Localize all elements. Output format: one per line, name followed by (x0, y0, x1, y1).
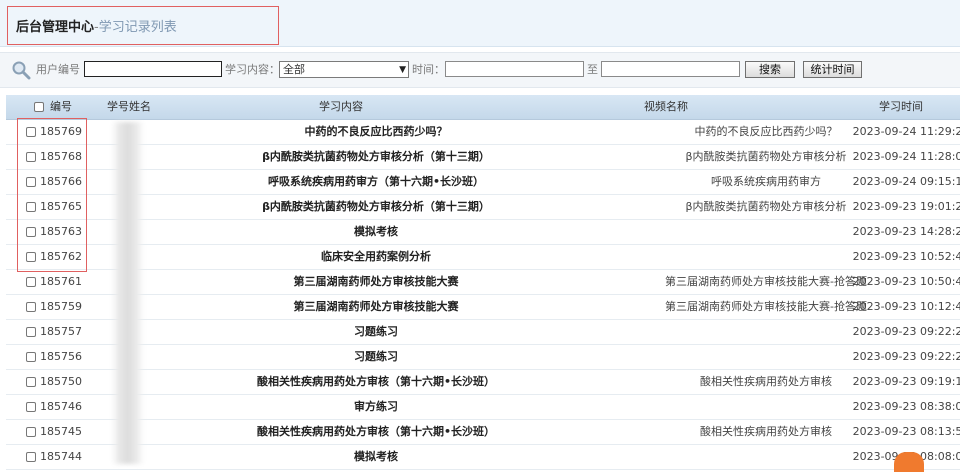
table-row: 185746 审方练习 2023-09-23 08:38:03 (6, 395, 960, 420)
table-row: 185762 临床安全用药案例分析 2023-09-23 10:52:43 (6, 245, 960, 270)
row-content: 习题练习 (354, 350, 398, 363)
row-id: 185768 (40, 150, 82, 163)
row-id: 185763 (40, 225, 82, 238)
row-id: 185759 (40, 300, 82, 313)
page-title: 后台管理中心-学习记录列表 (16, 20, 177, 36)
row-time: 2023-09-23 10:50:46 (852, 275, 960, 288)
search-bar: 用户编号 学习内容： 全部 ▼ 时间： 至 搜索 统计时间 (0, 52, 960, 88)
content-select[interactable]: 全部 ▼ (279, 61, 409, 78)
row-content: 审方练习 (354, 400, 398, 413)
row-content: 模拟考核 (354, 450, 398, 463)
row-checkbox[interactable] (26, 402, 36, 412)
row-time: 2023-09-23 09:19:11 (852, 375, 960, 388)
row-id: 185761 (40, 275, 82, 288)
header-content: 学习内容 (319, 100, 363, 113)
stats-time-button[interactable]: 统计时间 (803, 61, 862, 78)
time-to-input[interactable] (601, 61, 740, 77)
select-all-checkbox[interactable] (34, 102, 44, 112)
page-title-sub: 学习记录列表 (98, 20, 177, 35)
row-id: 185756 (40, 350, 82, 363)
row-time: 2023-09-23 10:52:43 (852, 250, 960, 263)
row-time: 2023-09-23 14:28:24 (852, 225, 960, 238)
header-name: 学号姓名 (107, 100, 151, 113)
row-time: 2023-09-23 08:38:03 (852, 400, 960, 413)
row-content: 习题练习 (354, 325, 398, 338)
row-checkbox[interactable] (26, 427, 36, 437)
row-content: 酸相关性疾病用药处方审核（第十六期•长沙班） (256, 375, 496, 388)
search-button[interactable]: 搜索 (745, 61, 795, 78)
row-id: 185745 (40, 425, 82, 438)
content-select-value: 全部 (283, 63, 305, 76)
header-id: 编号 (50, 100, 72, 113)
table-row: 185756 习题练习 2023-09-23 09:22:22 (6, 345, 960, 370)
row-checkbox[interactable] (26, 127, 36, 137)
row-id: 185744 (40, 450, 82, 463)
row-id: 185765 (40, 200, 82, 213)
row-id: 185746 (40, 400, 82, 413)
row-time: 2023-09-23 10:12:48 (852, 300, 960, 313)
table-row: 185761 第三届湖南药师处方审核技能大赛 第三届湖南药师处方审核技能大赛-抢… (6, 270, 960, 295)
table-row: 185750 酸相关性疾病用药处方审核（第十六期•长沙班） 酸相关性疾病用药处方… (6, 370, 960, 395)
table-row: 185769 中药的不良反应比西药少吗？ 中药的不良反应比西药少吗？ 2023-… (6, 120, 960, 145)
row-time: 2023-09-24 09:15:19 (852, 175, 960, 188)
row-content: 中药的不良反应比西药少吗？ (304, 125, 448, 138)
row-checkbox[interactable] (26, 352, 36, 362)
row-checkbox[interactable] (26, 252, 36, 262)
row-checkbox[interactable] (26, 202, 36, 212)
row-content: 呼吸系统疾病用药审方（第十六期•长沙班） (267, 175, 485, 188)
row-time: 2023-09-24 11:29:21 (852, 125, 960, 138)
row-checkbox[interactable] (26, 452, 36, 462)
row-id: 185757 (40, 325, 82, 338)
time-label: 时间： (412, 63, 445, 76)
row-content: β内酰胺类抗菌药物处方审核分析（第十三期） (262, 150, 490, 163)
row-checkbox[interactable] (26, 277, 36, 287)
row-content: 第三届湖南药师处方审核技能大赛 (293, 275, 459, 288)
row-checkbox[interactable] (26, 377, 36, 387)
table-row: 185757 习题练习 2023-09-23 09:22:23 (6, 320, 960, 345)
time-from-input[interactable] (445, 61, 584, 77)
page-title-main: 后台管理中心 (16, 20, 95, 35)
row-content: 模拟考核 (354, 225, 398, 238)
table-row: 185759 第三届湖南药师处方审核技能大赛 第三届湖南药师处方审核技能大赛-抢… (6, 295, 960, 320)
user-id-input[interactable] (84, 61, 222, 77)
header-video: 视频名称 (644, 100, 688, 113)
search-icon (12, 61, 31, 80)
row-id: 185766 (40, 175, 82, 188)
table-row: 185768 β内酰胺类抗菌药物处方审核分析（第十三期） β内酰胺类抗菌药物处方… (6, 145, 960, 170)
row-content: 酸相关性疾病用药处方审核（第十六期•长沙班） (256, 425, 496, 438)
row-content: β内酰胺类抗菌药物处方审核分析（第十三期） (262, 200, 490, 213)
table-header: 编号 学号姓名 学习内容 视频名称 学习时间 (6, 95, 960, 120)
row-content: 第三届湖南药师处方审核技能大赛 (293, 300, 459, 313)
table-row: 185763 模拟考核 2023-09-23 14:28:24 (6, 220, 960, 245)
chevron-down-icon: ▼ (399, 65, 406, 75)
row-id: 185769 (40, 125, 82, 138)
row-id: 185750 (40, 375, 82, 388)
row-checkbox[interactable] (26, 152, 36, 162)
row-time: 2023-09-23 09:22:22 (852, 350, 960, 363)
to-label: 至 (587, 63, 598, 76)
row-checkbox[interactable] (26, 177, 36, 187)
header-time: 学习时间 (879, 100, 923, 113)
row-time: 2023-09-23 08:13:59 (852, 425, 960, 438)
row-checkbox[interactable] (26, 327, 36, 337)
row-checkbox[interactable] (26, 227, 36, 237)
row-time: 2023-09-23 19:01:22 (852, 200, 960, 213)
page-header: 后台管理中心-学习记录列表 (0, 0, 960, 47)
row-time: 2023-09-24 11:28:07 (852, 150, 960, 163)
row-id: 185762 (40, 250, 82, 263)
row-time: 2023-09-23 09:22:23 (852, 325, 960, 338)
user-id-label: 用户编号 (36, 63, 80, 76)
table-row: 185765 β内酰胺类抗菌药物处方审核分析（第十三期） β内酰胺类抗菌药物处方… (6, 195, 960, 220)
row-checkbox[interactable] (26, 302, 36, 312)
row-content: 临床安全用药案例分析 (321, 250, 431, 263)
floating-badge[interactable] (894, 452, 924, 472)
redacted-names-column (112, 122, 144, 464)
table-row: 185744 模拟考核 2023-09-23 08:08:07 (6, 445, 960, 470)
table-row: 185766 呼吸系统疾病用药审方（第十六期•长沙班） 呼吸系统疾病用药审方 2… (6, 170, 960, 195)
table-row: 185745 酸相关性疾病用药处方审核（第十六期•长沙班） 酸相关性疾病用药处方… (6, 420, 960, 445)
row-time: 2023-09-23 08:08:07 (852, 450, 960, 463)
content-label: 学习内容： (225, 63, 280, 76)
